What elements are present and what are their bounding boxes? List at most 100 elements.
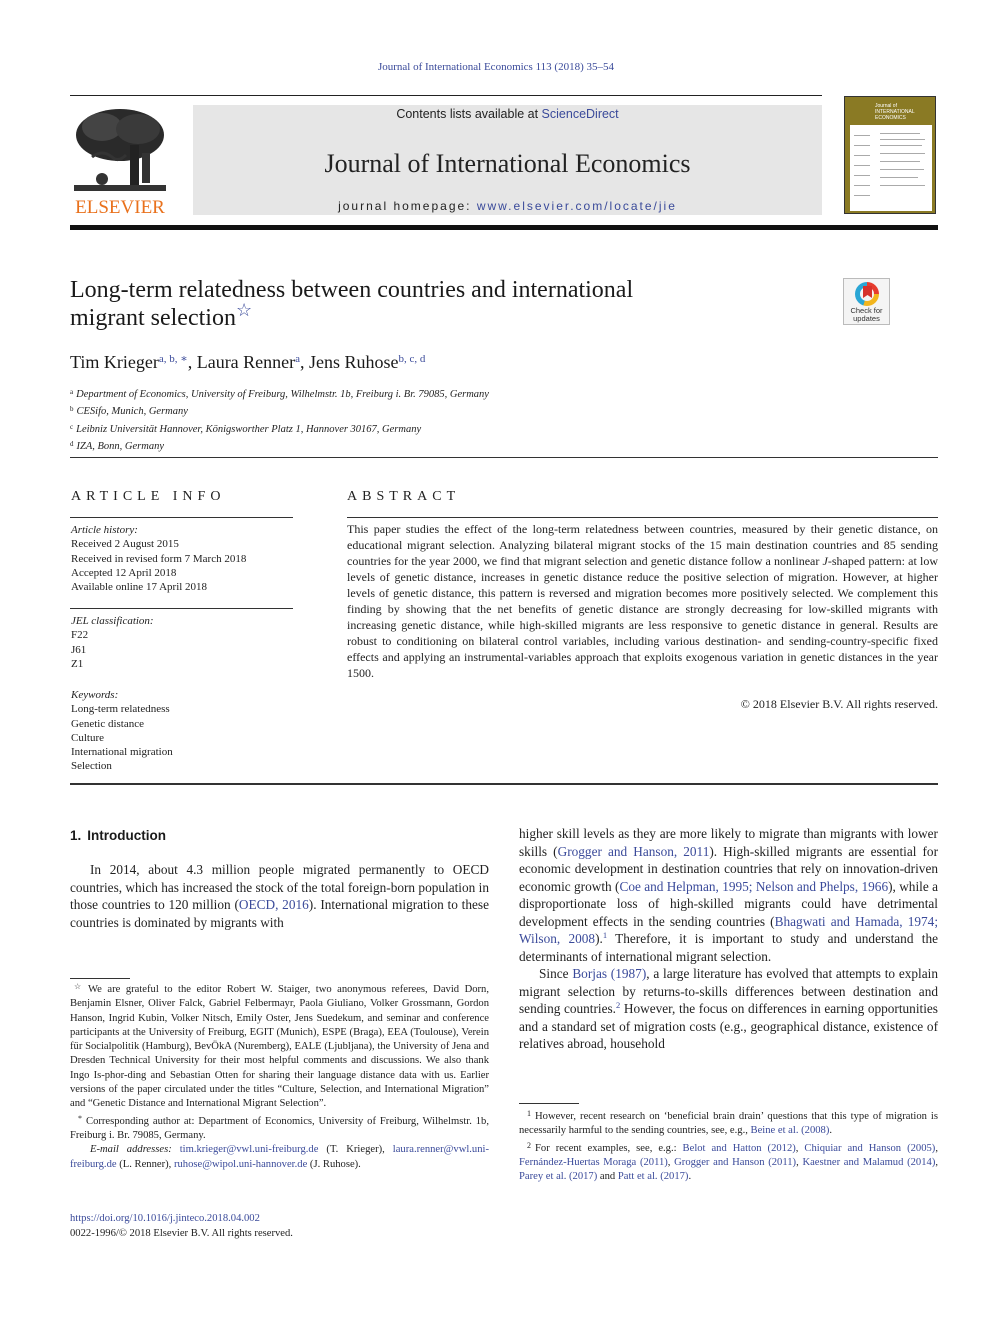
affiliation-item: d IZA, Bonn, Germany [70,437,489,454]
homepage-prefix: journal homepage: [338,199,477,213]
check-for-updates-label: Check for updates [850,306,883,323]
article-info-rule [70,517,293,518]
journal-homepage-link[interactable]: www.elsevier.com/locate/jie [477,199,677,213]
section-title: Introduction [87,828,166,843]
citation-link[interactable]: Grogger and Hanson, 2011 [558,844,710,859]
cover-page-preview [850,125,932,211]
cover-text-line [854,195,870,196]
article-history: Article history: Received 2 August 2015 … [71,523,246,594]
jel-code: J61 [71,643,87,656]
footnote-text: For recent examples, see, e.g.: [535,1142,683,1154]
email-label: E-mail addresses: [90,1144,172,1156]
separator: and [597,1171,618,1183]
footnotes-right: 1 However, recent research on ‘beneficial… [519,1107,938,1184]
section-heading-introduction: 1. Introduction [70,828,166,843]
article-info-heading: ARTICLE INFO [71,489,226,504]
keyword: International migration [71,746,173,759]
author-name[interactable]: Jens Ruhose [309,352,399,372]
author-name[interactable]: Laura Renner [197,352,295,372]
citation-link[interactable]: Fernández-Huertas Moraga (2011) [519,1157,668,1168]
email-link[interactable]: ruhose@wipol.uni-hannover.de [174,1159,307,1170]
intro-paragraph-1-continued: higher skill levels as they are more lik… [519,825,938,965]
section-divider-thick [70,783,938,785]
abstract-rule [347,517,938,518]
doi-link[interactable]: https://doi.org/10.1016/j.jinteco.2018.0… [70,1213,260,1224]
journal-cover-thumbnail[interactable]: Journal of INTERNATIONAL ECONOMICS [844,96,936,214]
citation-link[interactable]: Belot and Hatton (2012) [683,1143,796,1154]
affiliation-text: CESifo, Munich, Germany [76,406,188,418]
title-footnote-star-icon[interactable]: ☆ [236,300,252,320]
footnote-star-icon: ☆ [74,982,85,991]
citation-link[interactable]: Kaestner and Malamud (2014) [802,1157,935,1168]
paragraph-text: ). [595,931,603,946]
journal-banner: Contents lists available at ScienceDirec… [193,105,822,215]
author-affiliation-marks[interactable]: a, b, ∗ [159,353,188,365]
footnote-rule [519,1103,579,1104]
author-affiliation-marks[interactable]: b, c, d [399,353,426,365]
author-affiliation-marks[interactable]: a [295,353,300,365]
citation-link[interactable]: Coe and Helpman, 1995; Nelson and Phelps… [619,879,888,894]
history-item: Received 2 August 2015 [71,538,179,551]
keywords: Keywords: Long-term relatedness Genetic … [71,688,173,774]
jel-classification: JEL classification: F22 J61 Z1 [71,614,154,671]
history-item: Available online 17 April 2018 [71,581,208,594]
intro-right-column: higher skill levels as they are more lik… [519,825,938,1053]
footnote-mark: 1 [527,1109,531,1118]
jel-label: JEL classification: [71,615,154,627]
footnotes-left: ☆ We are grateful to the editor Robert W.… [70,980,489,1172]
header-bottom-rule [70,225,938,230]
citation-link[interactable]: Beine et al. (2008) [751,1125,830,1136]
asterisk-icon: * [78,1113,82,1123]
article-history-label: Article history: [71,524,138,536]
jel-code: F22 [71,629,89,642]
citation-link[interactable]: OECD, 2016 [239,897,309,912]
check-for-updates-button[interactable]: Check for updates [843,278,890,325]
elsevier-logo[interactable]: ELSEVIER [70,105,170,218]
keyword: Selection [71,760,112,773]
affiliation-text: IZA, Bonn, Germany [76,441,165,453]
footnote-mark: 2 [527,1140,531,1150]
journal-citation[interactable]: Journal of International Economics 113 (… [0,61,992,73]
citation-link[interactable]: Chiquiar and Hanson (2005) [804,1143,935,1154]
footnote-1: 1 However, recent research on ‘beneficial… [519,1107,938,1139]
citation-link[interactable]: Parey et al. (2017) [519,1171,597,1182]
article-info-rule [70,608,293,609]
intro-paragraph-1: In 2014, about 4.3 million people migrat… [70,861,489,931]
contents-line: Contents lists available at ScienceDirec… [193,107,822,121]
cover-text-line [880,133,920,134]
footnote-text: . [688,1171,692,1183]
journal-title: Journal of International Economics [324,149,691,178]
cover-text-line [854,165,870,166]
abstract-copyright: © 2018 Elsevier B.V. All rights reserved… [740,697,938,711]
citation-link[interactable]: Patt et al. (2017) [618,1171,689,1182]
cover-text-line [854,155,870,156]
cover-text-line [880,177,918,178]
abstract-text-part: -shaped pattern: at low levels of geneti… [347,554,938,680]
email-owner: (J. Ruhose). [307,1158,361,1170]
footnote-2: 2 For recent examples, see, e.g.: Belot a… [519,1139,938,1185]
footnote-text: We are grateful to the editor Robert W. … [70,984,489,1110]
title-line-1: Long-term relatedness between countries … [70,277,634,303]
citation-link[interactable]: Borjas (1987) [572,966,646,981]
footnote-rule [70,978,130,979]
citation-link[interactable]: Grogger and Hanson (2011) [674,1157,796,1168]
email-link[interactable]: tim.krieger@vwl.uni-freiburg.de [180,1144,319,1155]
keyword: Culture [71,731,104,744]
affiliation-mark: a [70,388,74,396]
contents-prefix: Contents lists available at [396,107,542,121]
cover-text-line [854,135,870,136]
author-list: Tim Kriegera, b, ∗, Laura Rennera, Jens … [70,352,426,372]
elsevier-wordmark: ELSEVIER [75,197,165,218]
email-footnote: E-mail addresses: tim.krieger@vwl.uni-fr… [70,1143,489,1172]
affiliation-mark: d [70,440,74,449]
sciencedirect-link[interactable]: ScienceDirect [542,107,619,121]
affiliation-item: b CESifo, Munich, Germany [70,402,489,419]
elsevier-tree-icon [74,109,166,191]
abstract-heading: ABSTRACT [347,489,461,504]
jel-code: Z1 [71,657,84,670]
email-owner: (L. Renner), [116,1158,174,1170]
footnote-text: . [829,1125,833,1137]
author-name[interactable]: Tim Krieger [70,352,159,372]
keywords-label: Keywords: [71,689,119,701]
cover-text-line [854,145,870,146]
